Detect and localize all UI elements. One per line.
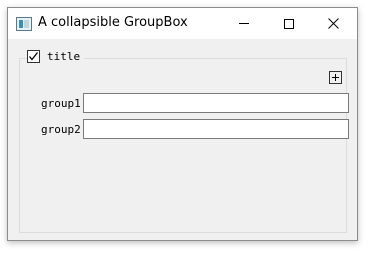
minimize-icon [238,23,249,24]
main-window: A collapsible GroupBox group1 group2 tit… [7,7,358,241]
app-window-icon [16,17,32,31]
group1-input[interactable] [83,93,349,113]
group1-label: group1 [41,97,81,110]
checkmark-icon [29,52,39,61]
group2-label: group2 [41,123,81,136]
title-checkbox[interactable] [27,50,40,63]
groupbox-header: title [27,49,85,64]
window-content: group1 group2 title [8,39,357,240]
minimize-button[interactable] [221,8,266,39]
group2-input[interactable] [83,119,349,139]
title-bar[interactable]: A collapsible GroupBox [8,8,357,39]
close-icon [328,18,339,29]
collapsible-groupbox: group1 group2 [19,58,349,233]
close-button[interactable] [311,8,356,39]
window-title: A collapsible GroupBox [38,15,188,30]
collapse-toggle-button[interactable] [329,71,342,84]
maximize-icon [283,18,294,29]
maximize-button[interactable] [266,8,311,39]
groupbox-title: title [47,50,81,63]
